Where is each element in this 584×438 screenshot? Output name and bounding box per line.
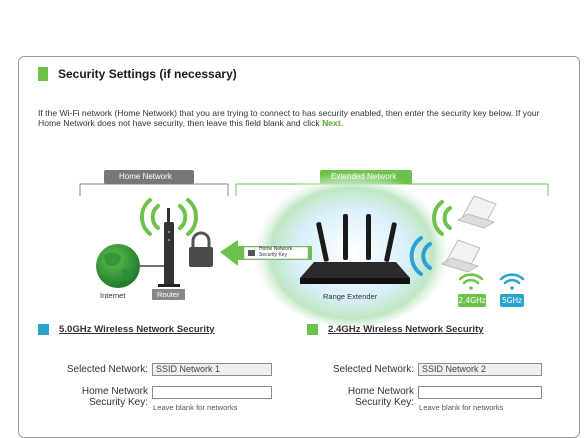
- home-network-bracket: [79, 183, 229, 196]
- band-5ghz-badge: 5GHz: [500, 294, 524, 307]
- globe-icon: [96, 244, 140, 288]
- net24-selected-label: Selected Network:: [332, 364, 414, 375]
- laptop-icon: [456, 195, 497, 229]
- net24-key-label-line2: Security Key:: [355, 397, 414, 408]
- net5-key-label-line1: Home Network: [81, 386, 148, 397]
- network-diagram: [79, 163, 549, 327]
- net24-selected-network-field: SSID Network 2: [418, 363, 542, 376]
- internet-label: Internet: [100, 291, 126, 300]
- net5-selected-label: Selected Network:: [66, 364, 148, 375]
- net24-title-text: 2.4GHz Wireless Network Security: [328, 323, 484, 335]
- router-label: Router: [152, 289, 185, 300]
- net5-key-label-line2: Security Key:: [89, 397, 148, 408]
- net5-marker-icon: [38, 323, 49, 335]
- net24-key-label: Home Network Security Key:: [318, 386, 414, 408]
- net5-selected-network-field: SSID Network 1: [152, 363, 272, 376]
- net5-title-text: 5.0GHz Wireless Network Security: [59, 323, 215, 335]
- net24-hint: Leave blank for networks: [419, 403, 504, 412]
- net5-key-label: Home Network Security Key:: [52, 386, 148, 408]
- signal-glow: [250, 163, 454, 327]
- range-extender-label: Range Extender: [323, 292, 378, 301]
- net5-security-key-input[interactable]: [152, 386, 272, 399]
- net24-security-key-input[interactable]: [418, 386, 542, 399]
- net5-title: 5.0GHz Wireless Network Security: [38, 322, 215, 336]
- key-card-line2: Security Key: [259, 251, 288, 258]
- key-card-label: Home Network Security Key: [259, 246, 292, 258]
- lock-icon: [189, 231, 213, 267]
- net5-hint: Leave blank for networks: [153, 403, 238, 412]
- net24-key-label-line1: Home Network: [347, 386, 414, 397]
- router-icon: [140, 208, 180, 287]
- net24-marker-icon: [307, 323, 318, 335]
- wifi-24ghz-icon: [458, 273, 484, 290]
- extended-network-label: Extended Network: [331, 172, 397, 181]
- band-24ghz-badge: 2.4GHz: [458, 294, 486, 307]
- net24-title: 2.4GHz Wireless Network Security: [307, 322, 484, 336]
- wifi-5ghz-icon: [499, 273, 525, 290]
- home-network-label: Home Network: [119, 172, 172, 181]
